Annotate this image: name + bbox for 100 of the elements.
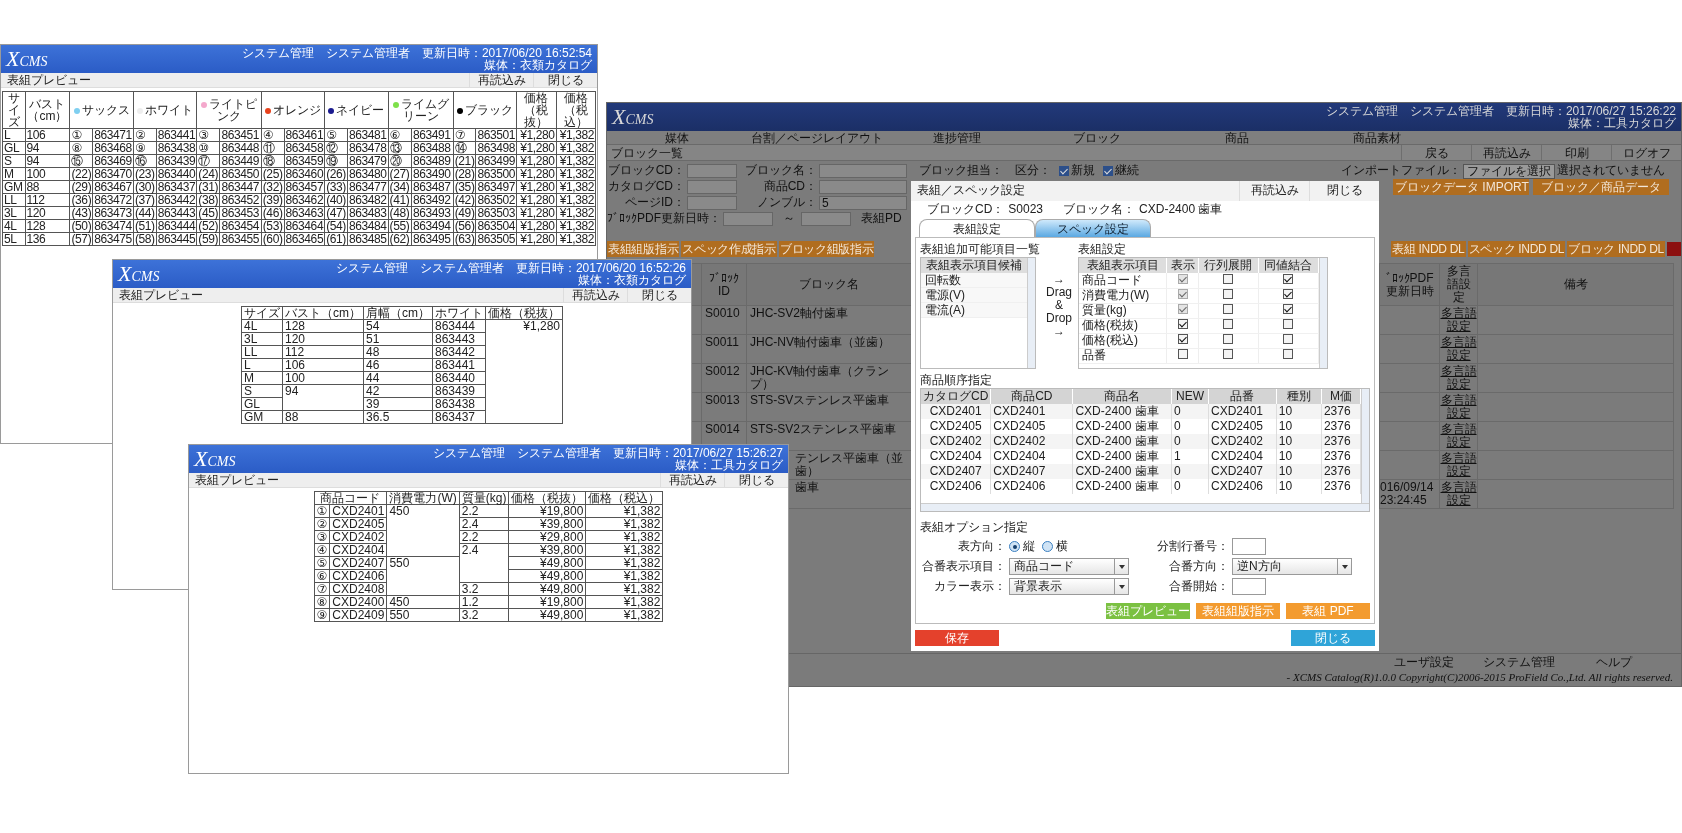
checkbox[interactable] [1177,318,1188,329]
column-header: 価格（税抜） [488,306,560,320]
checkbox[interactable] [1223,333,1234,344]
checkbox[interactable] [1283,318,1294,329]
checkbox[interactable] [1223,348,1234,359]
checkbox[interactable] [1283,273,1294,284]
scrollbar[interactable] [1027,258,1035,368]
dropdown[interactable]: 商品コード [1009,558,1129,575]
footer-link[interactable]: ユーザ設定 [1376,653,1471,671]
checkbox[interactable] [1059,166,1069,176]
radio-button[interactable] [1009,541,1020,552]
checkbox[interactable] [1103,166,1113,176]
action-button[interactable]: ブロック／商品データ [1533,179,1669,195]
settings-link[interactable]: 多言語設定 [1440,423,1477,449]
footer-link[interactable]: システム管理 [1471,653,1566,671]
toolbar-button[interactable]: 閉じる [724,473,788,487]
table-cell: 863441 [156,128,197,142]
nav-item[interactable]: 媒体 [607,131,747,144]
checkbox[interactable] [1223,288,1234,299]
settings-link[interactable]: 多言語設定 [1440,452,1477,478]
table-cell: CXD2404 [329,543,387,557]
settings-link[interactable]: 多言語設定 [1440,365,1477,391]
toolbar-button[interactable]: ログオフ [1611,145,1681,160]
input-field[interactable] [1232,538,1266,555]
toolbar-button[interactable]: 再読込み [1239,181,1309,201]
checkbox[interactable] [1223,303,1234,314]
table-cell: (49) [453,206,476,220]
scrollbar[interactable] [1319,258,1327,368]
checkbox[interactable] [1283,288,1294,299]
input-field[interactable] [819,180,907,194]
checkbox[interactable] [1223,273,1234,284]
table-cell: CXD2409 [329,608,387,622]
nav-item[interactable]: 商品素材 [1307,131,1447,144]
action-button[interactable]: 表組 INDD DL [1391,241,1466,257]
table-cell: (22) [70,167,93,181]
action-button[interactable]: スペック作成指示 [681,241,777,257]
action-button[interactable]: ブロック組版指示 [778,241,875,257]
checkbox[interactable] [1283,348,1294,359]
input-field[interactable] [819,164,907,178]
toolbar-button[interactable]: 再読込み [660,473,724,487]
list-item[interactable]: 電流(A) [921,303,1027,318]
settings-link[interactable]: 多言語設定 [1440,394,1477,420]
tab[interactable]: 表組設定 [919,219,1035,237]
scrollbar[interactable] [921,503,1369,511]
table-cell: ¥1,280 [516,180,557,194]
input-field[interactable] [687,180,737,194]
column-header: 品番 [1208,389,1277,404]
save-button[interactable]: 保存 [915,630,999,646]
table-cell: 863453 [219,206,262,220]
table-cell: 863494 [411,219,454,233]
table-cell: ¥1,382 [585,530,663,544]
action-button[interactable]: ブロックデータ IMPORT [1393,179,1529,195]
input-field[interactable]: 5 [819,196,907,210]
toolbar-button[interactable]: 再読込み [563,288,627,302]
action-button[interactable]: スペック INDD DL [1467,241,1566,257]
toolbar-button[interactable]: 閉じる [627,288,691,302]
checkbox[interactable] [1223,318,1234,329]
column-header: ﾌﾞﾛｯｸID [701,263,747,306]
input-field[interactable] [687,164,737,178]
nav-item[interactable]: 商品 [1167,131,1307,144]
table-cell: (54) [324,219,348,233]
nav-item[interactable]: 台割／ページレイアウト [747,131,887,144]
input-field[interactable] [1232,578,1266,595]
table-cell: 863449 [219,154,262,168]
input-field[interactable] [723,212,773,226]
dropdown[interactable]: 逆N方向 [1232,558,1352,575]
table-cell: 863454 [219,219,262,233]
checkbox[interactable] [1177,333,1188,344]
action-button[interactable]: 表組組版指示 [607,241,680,257]
checkbox[interactable] [1283,333,1294,344]
footer-link[interactable]: ヘルプ [1566,653,1661,671]
nav-item[interactable]: ブロック [1027,131,1167,144]
file-button[interactable]: ファイルを選択 [1463,163,1555,179]
dropdown[interactable]: 背景表示 [1009,578,1129,595]
toolbar-button[interactable]: 再読込み [469,73,533,87]
checkbox[interactable] [1177,348,1188,359]
settings-link[interactable]: 多言語設定 [1440,481,1477,507]
toolbar-button[interactable]: 閉じる [1309,181,1379,201]
settings-link[interactable]: 多言語設定 [1440,307,1477,333]
action-button[interactable]: ブロック INDD DL [1567,241,1665,257]
toolbar-button[interactable]: 再読込み [1471,145,1541,160]
toolbar-button[interactable]: 印刷 [1541,145,1611,160]
table-cell: CXD2401 [990,404,1073,419]
close-button[interactable]: 閉じる [1291,630,1375,646]
toolbar-button[interactable]: 戻る [1401,145,1471,160]
tab[interactable]: スペック設定 [1035,219,1151,237]
list-item[interactable]: 回転数 [921,273,1027,288]
table-cell: CXD2400 [329,595,387,609]
toolbar-button[interactable]: 閉じる [533,73,597,87]
table-cell: GL [2,141,25,155]
table-cell: 48 [363,345,433,359]
scrollbar[interactable] [1361,389,1369,503]
input-field[interactable] [801,212,851,226]
radio-button[interactable] [1042,541,1053,552]
input-field[interactable] [687,196,737,210]
nav-item[interactable]: 進捗管理 [887,131,1027,144]
checkbox[interactable] [1283,303,1294,314]
table-cell: ⑥ [314,569,330,583]
list-item[interactable]: 電源(V) [921,288,1027,303]
settings-link[interactable]: 多言語設定 [1440,336,1477,362]
